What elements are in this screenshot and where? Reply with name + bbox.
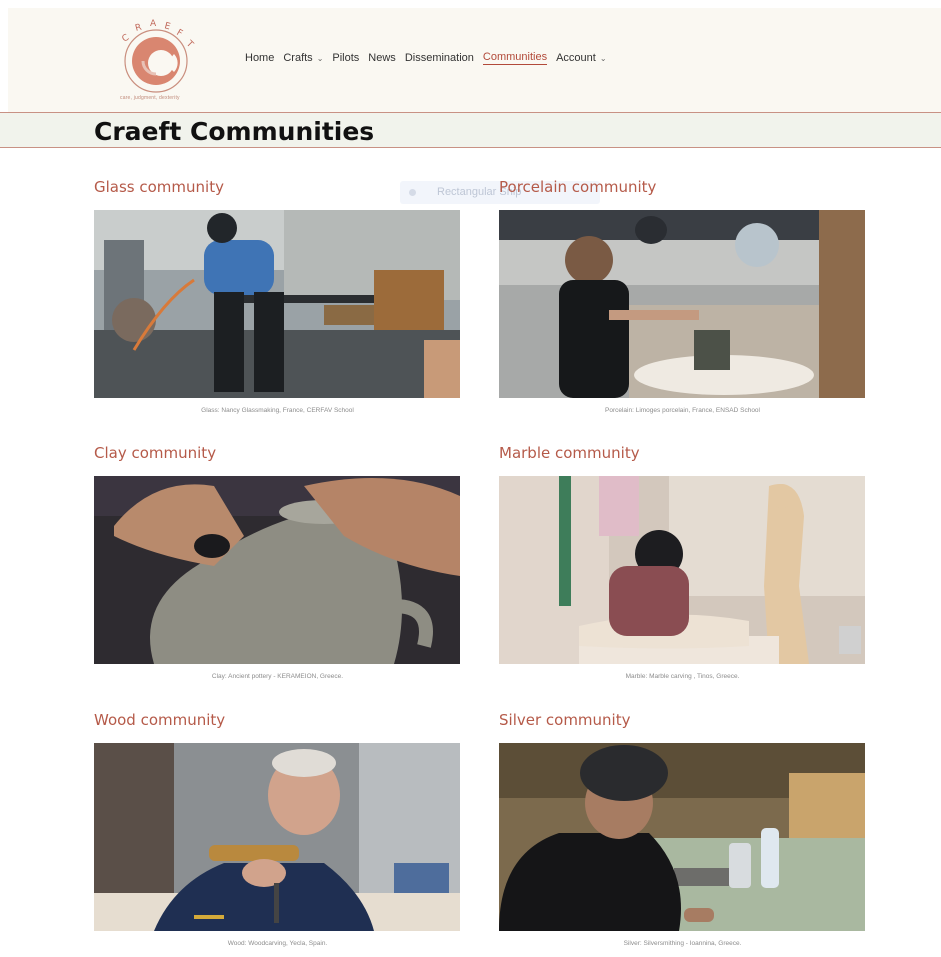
title-band: Craeft Communities xyxy=(0,112,941,148)
community-silver: Silver community Silver: Silversmithing … xyxy=(499,711,866,947)
community-heading[interactable]: Glass community xyxy=(94,178,461,196)
photo-caption: Glass: Nancy Glassmaking, France, CERFAV… xyxy=(201,407,354,414)
photo-caption: Porcelain: Limoges porcelain, France, EN… xyxy=(605,407,760,414)
nav-item-account[interactable]: Account ⌄ xyxy=(556,52,606,64)
chevron-down-icon: ⌄ xyxy=(316,53,324,63)
woodcarving-photo[interactable] xyxy=(94,743,460,931)
community-heading[interactable]: Marble community xyxy=(499,444,866,462)
photo-caption: Silver: Silversmithing - Ioannina, Greec… xyxy=(623,940,742,947)
community-heading[interactable]: Clay community xyxy=(94,444,461,462)
nav-item-dissemination[interactable]: Dissemination xyxy=(405,52,474,64)
silversmith-photo[interactable] xyxy=(499,743,865,931)
craeft-logo[interactable]: C R A E F T xyxy=(108,14,208,108)
nav-label: Dissemination xyxy=(404,52,474,64)
svg-text:R: R xyxy=(134,23,143,34)
nav-label: Communities xyxy=(482,51,548,63)
svg-text:E: E xyxy=(163,21,171,32)
community-heading[interactable]: Wood community xyxy=(94,711,461,729)
glassblower-photo[interactable] xyxy=(94,210,460,398)
nav-label: Account xyxy=(556,52,596,64)
community-marble: Marble community Marble: Marble carving … xyxy=(499,444,866,680)
photo-caption: Wood: Woodcarving, Yecla, Spain. xyxy=(227,940,328,947)
nav-item-crafts[interactable]: Crafts ⌄ xyxy=(283,52,323,64)
site-header: C R A E F T care, judgment, dexterity Ho… xyxy=(8,8,941,112)
main-nav: Home Crafts ⌄ Pilots News Dissemination C… xyxy=(245,51,616,65)
page-title: Craeft Communities xyxy=(94,117,375,146)
nav-label: Home xyxy=(245,52,275,64)
logo-tagline: care, judgment, dexterity xyxy=(120,95,180,101)
marble-photo[interactable] xyxy=(499,476,865,664)
logo-letters: C xyxy=(121,33,131,45)
nav-label: News xyxy=(368,52,396,64)
chevron-down-icon: ⌄ xyxy=(599,53,607,63)
nav-label: Pilots xyxy=(332,52,360,64)
nav-label: Crafts xyxy=(283,52,313,64)
photo-caption: Clay: Ancient pottery - KERAMEION, Greec… xyxy=(211,673,344,680)
svg-text:A: A xyxy=(150,19,157,29)
community-clay: Clay community Clay: Ancient pottery - K… xyxy=(94,444,461,680)
pottery-photo[interactable] xyxy=(94,476,460,664)
community-heading[interactable]: Silver community xyxy=(499,711,866,729)
nav-item-home[interactable]: Home xyxy=(245,52,274,64)
porcelain-photo[interactable] xyxy=(499,210,865,398)
photo-caption: Marble: Marble carving , Tinos, Greece. xyxy=(625,673,740,680)
nav-item-news[interactable]: News xyxy=(368,52,396,64)
community-glass: Glass community Glass: Nancy Glassmaking… xyxy=(94,178,461,414)
nav-item-pilots[interactable]: Pilots xyxy=(332,52,359,64)
community-heading[interactable]: Porcelain community xyxy=(499,178,866,196)
community-wood: Wood community Wood: Woodcarving, Yecla,… xyxy=(94,711,461,947)
nav-item-communities[interactable]: Communities xyxy=(482,51,548,65)
community-porcelain: Porcelain community Porcelain: Limoges p… xyxy=(499,178,866,414)
